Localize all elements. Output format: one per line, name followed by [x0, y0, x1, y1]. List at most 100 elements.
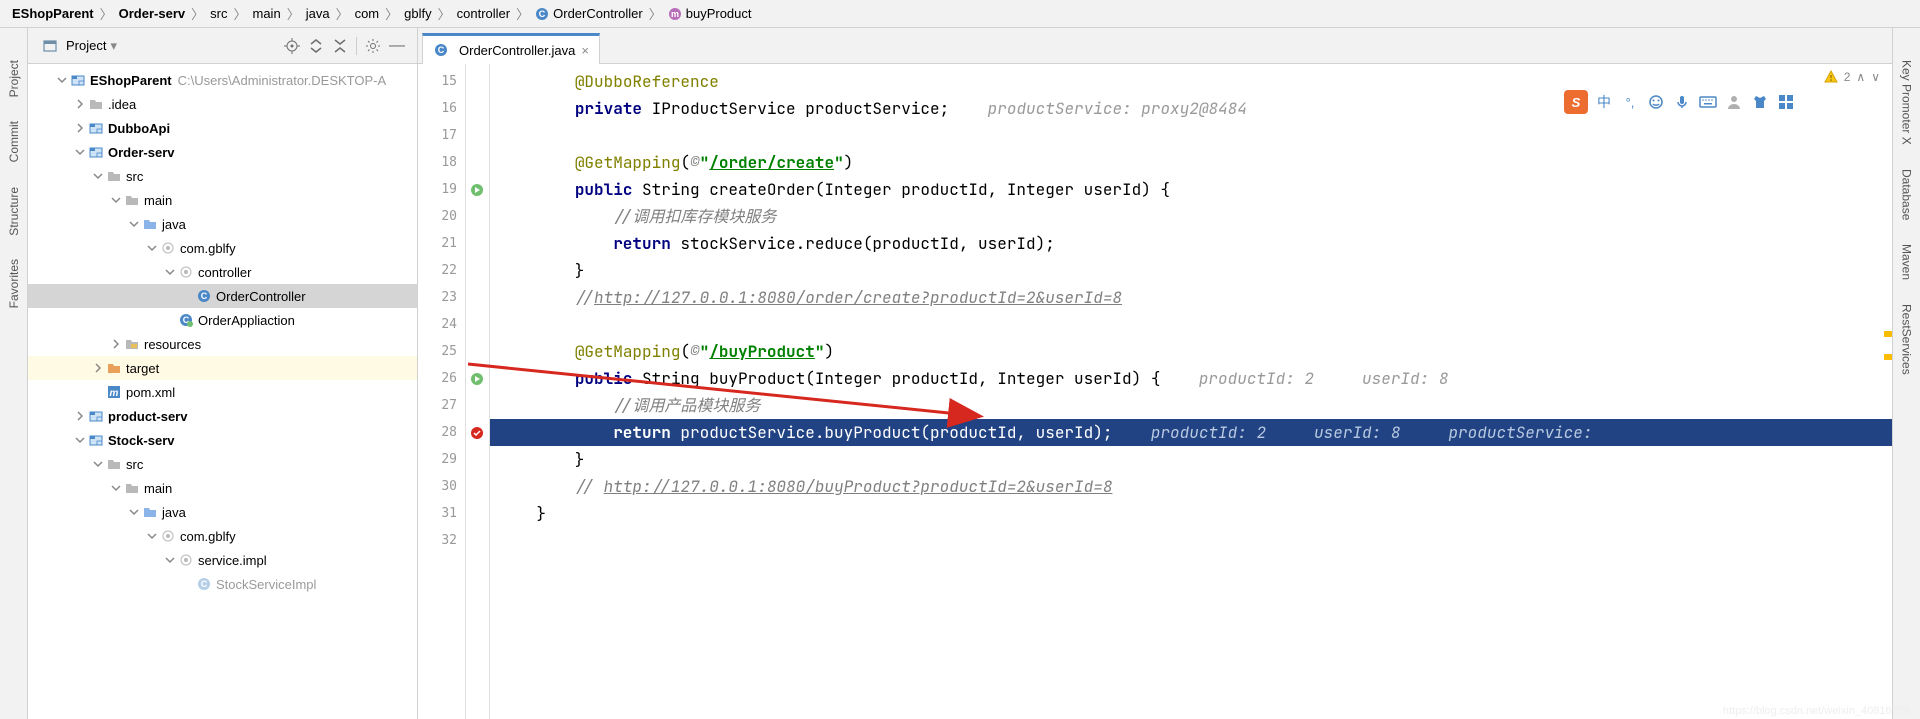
tree-node[interactable]: src: [28, 164, 417, 188]
line-number[interactable]: 15: [418, 68, 465, 95]
code-line[interactable]: @GetMapping(©"/order/create"): [490, 149, 1892, 176]
tree-arrow-icon[interactable]: [108, 192, 124, 208]
line-number[interactable]: 29: [418, 446, 465, 473]
line-number[interactable]: 23: [418, 284, 465, 311]
tree-node[interactable]: resources: [28, 332, 417, 356]
next-highlight-icon[interactable]: ∨: [1871, 70, 1880, 84]
code-line[interactable]: //http://127.0.0.1:8080/order/create?pro…: [490, 284, 1892, 311]
tree-node[interactable]: DubboApi: [28, 116, 417, 140]
tree-arrow-icon[interactable]: [108, 336, 124, 352]
ime-emoji-icon[interactable]: [1646, 92, 1666, 112]
tree-arrow-icon[interactable]: [126, 504, 142, 520]
ime-toolbox-icon[interactable]: [1776, 92, 1796, 112]
breadcrumb-item[interactable]: gblfy: [400, 6, 435, 21]
tree-arrow-icon[interactable]: [72, 408, 88, 424]
tree-arrow-icon[interactable]: [162, 312, 178, 328]
tree-node[interactable]: CStockServiceImpl: [28, 572, 417, 596]
tree-node[interactable]: COrderAppliaction: [28, 308, 417, 332]
tree-node[interactable]: java: [28, 212, 417, 236]
breadcrumb-item[interactable]: main: [249, 6, 285, 21]
code-line[interactable]: }: [490, 446, 1892, 473]
tree-arrow-icon[interactable]: [126, 216, 142, 232]
line-number[interactable]: 24: [418, 311, 465, 338]
line-number[interactable]: 31: [418, 500, 465, 527]
line-number[interactable]: 18: [418, 149, 465, 176]
ime-skin-icon[interactable]: [1750, 92, 1770, 112]
line-number[interactable]: 22: [418, 257, 465, 284]
line-number[interactable]: 28: [418, 419, 465, 446]
tree-node[interactable]: src: [28, 452, 417, 476]
hide-panel-icon[interactable]: —: [385, 34, 409, 58]
tree-node[interactable]: Stock-serv: [28, 428, 417, 452]
code-line[interactable]: [490, 311, 1892, 338]
line-number[interactable]: 27: [418, 392, 465, 419]
tree-node[interactable]: com.gblfy: [28, 236, 417, 260]
breadcrumb-item[interactable]: EShopParent: [8, 6, 98, 21]
breadcrumb-item[interactable]: Order-serv: [115, 6, 189, 21]
breadcrumb-item[interactable]: com: [351, 6, 384, 21]
locate-icon[interactable]: [280, 34, 304, 58]
close-icon[interactable]: ×: [581, 43, 589, 58]
run-gutter-icon[interactable]: [469, 181, 485, 197]
code-line[interactable]: }: [490, 257, 1892, 284]
rightbar-item-restservices[interactable]: RestServices: [1896, 292, 1918, 387]
line-number[interactable]: 16: [418, 95, 465, 122]
tree-arrow-icon[interactable]: [72, 432, 88, 448]
code-line[interactable]: [490, 527, 1892, 554]
editor-tab-ordercontroller[interactable]: C OrderController.java ×: [422, 33, 600, 64]
tree-node[interactable]: main: [28, 188, 417, 212]
tree-arrow-icon[interactable]: [144, 528, 160, 544]
tree-arrow-icon[interactable]: [90, 456, 106, 472]
tree-arrow-icon[interactable]: [72, 120, 88, 136]
tree-node[interactable]: COrderController: [28, 284, 417, 308]
line-number[interactable]: 20: [418, 203, 465, 230]
tree-node[interactable]: EShopParentC:\Users\Administrator.DESKTO…: [28, 68, 417, 92]
breadcrumb-item[interactable]: controller: [453, 6, 514, 21]
code-line[interactable]: [490, 122, 1892, 149]
tree-arrow-icon[interactable]: [72, 96, 88, 112]
code-line[interactable]: return productService.buyProduct(product…: [490, 419, 1892, 446]
line-number[interactable]: 17: [418, 122, 465, 149]
tree-arrow-icon[interactable]: [162, 552, 178, 568]
code-line[interactable]: //调用扣库存模块服务: [490, 203, 1892, 230]
line-number[interactable]: 25: [418, 338, 465, 365]
tree-arrow-icon[interactable]: [180, 576, 196, 592]
tree-arrow-icon[interactable]: [90, 168, 106, 184]
code-line[interactable]: public String createOrder(Integer produc…: [490, 176, 1892, 203]
tree-arrow-icon[interactable]: [54, 72, 70, 88]
tree-node[interactable]: product-serv: [28, 404, 417, 428]
rightbar-item-maven[interactable]: Maven: [1896, 232, 1918, 292]
run-gutter-icon[interactable]: [469, 370, 485, 386]
code-line[interactable]: //调用产品模块服务: [490, 392, 1892, 419]
line-number-gutter[interactable]: 151617181920212223242526272829303132: [418, 64, 466, 719]
breadcrumb-item[interactable]: src: [206, 6, 231, 21]
line-number[interactable]: 26: [418, 365, 465, 392]
line-number[interactable]: 32: [418, 527, 465, 554]
line-number[interactable]: 30: [418, 473, 465, 500]
ime-user-icon[interactable]: [1724, 92, 1744, 112]
project-tree[interactable]: EShopParentC:\Users\Administrator.DESKTO…: [28, 64, 417, 719]
ime-keyboard-icon[interactable]: [1698, 92, 1718, 112]
tree-arrow-icon[interactable]: [108, 480, 124, 496]
leftbar-item-commit[interactable]: Commit: [3, 109, 25, 174]
leftbar-item-project[interactable]: Project: [3, 48, 25, 109]
rightbar-item-key-promoter-x[interactable]: Key Promoter X: [1896, 48, 1918, 157]
tree-arrow-icon[interactable]: [180, 288, 196, 304]
rightbar-item-database[interactable]: Database: [1896, 157, 1918, 232]
tree-arrow-icon[interactable]: [144, 240, 160, 256]
project-view-selector[interactable]: Project ▾: [36, 36, 123, 56]
ime-voice-icon[interactable]: [1672, 92, 1692, 112]
tree-node[interactable]: java: [28, 500, 417, 524]
ime-punct-icon[interactable]: °,: [1620, 92, 1640, 112]
tree-node[interactable]: service.impl: [28, 548, 417, 572]
ime-toolbar[interactable]: S 中 °,: [1558, 86, 1802, 118]
tree-arrow-icon[interactable]: [72, 144, 88, 160]
code-line[interactable]: @GetMapping(©"/buyProduct"): [490, 338, 1892, 365]
breadcrumb-item[interactable]: java: [302, 6, 334, 21]
tree-arrow-icon[interactable]: [90, 360, 106, 376]
line-number[interactable]: 19: [418, 176, 465, 203]
tree-node[interactable]: com.gblfy: [28, 524, 417, 548]
tree-arrow-icon[interactable]: [162, 264, 178, 280]
line-number[interactable]: 21: [418, 230, 465, 257]
tree-node[interactable]: mpom.xml: [28, 380, 417, 404]
